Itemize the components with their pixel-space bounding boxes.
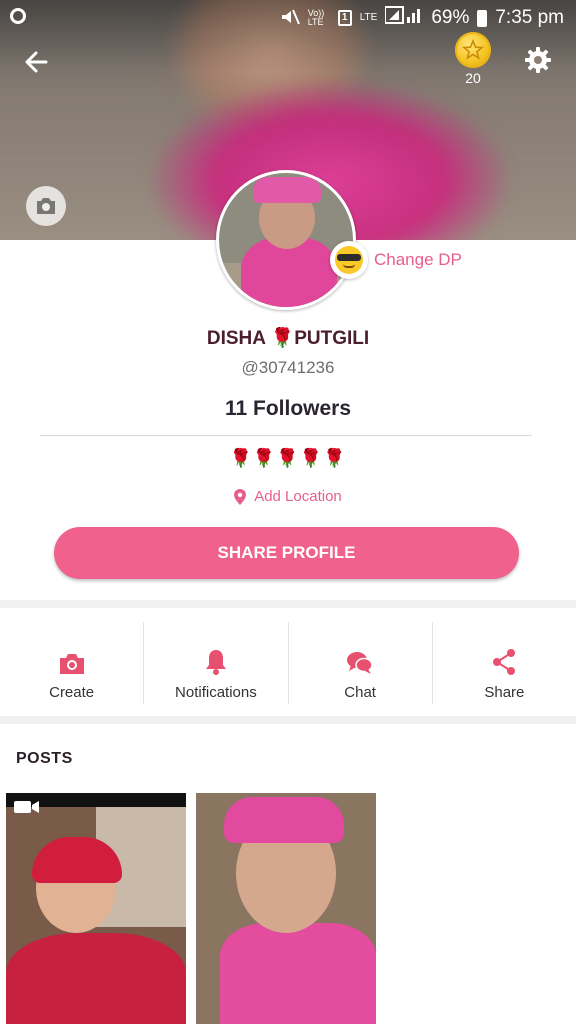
profile-handle: @30741236 bbox=[241, 358, 335, 377]
share-icon bbox=[493, 649, 516, 675]
notifications-button[interactable]: Notifications bbox=[143, 622, 287, 704]
coin-balance[interactable]: 20 bbox=[452, 32, 494, 86]
back-button[interactable] bbox=[20, 44, 56, 80]
action-bar: Create Notifications Chat Share bbox=[0, 622, 576, 704]
video-camera-icon bbox=[14, 801, 39, 813]
settings-button[interactable] bbox=[522, 44, 554, 76]
status-bar: Vo)) LTE 1 LTE 69% 7:35 pm bbox=[0, 0, 576, 34]
battery-percent: 69% bbox=[431, 7, 470, 28]
create-button[interactable]: Create bbox=[0, 622, 143, 704]
sim-badge: 1 bbox=[337, 10, 352, 26]
arrow-left-icon bbox=[25, 51, 48, 73]
share-label: Share bbox=[484, 684, 525, 701]
add-location-link[interactable]: Add Location bbox=[0, 488, 576, 505]
battery-icon bbox=[477, 9, 488, 27]
section-divider bbox=[0, 716, 576, 724]
add-location-label: Add Location bbox=[254, 488, 342, 505]
change-cover-button[interactable] bbox=[26, 186, 66, 226]
share-button[interactable]: Share bbox=[431, 622, 576, 704]
camera-icon bbox=[37, 198, 55, 214]
posts-heading: POSTS bbox=[16, 750, 73, 767]
camera-icon bbox=[59, 654, 84, 674]
followers-count[interactable]: 11 Followers bbox=[0, 397, 576, 421]
coin-count: 20 bbox=[465, 70, 481, 86]
divider bbox=[40, 435, 532, 436]
clock: 7:35 pm bbox=[495, 7, 564, 28]
gear-icon bbox=[525, 47, 551, 73]
notifications-label: Notifications bbox=[175, 684, 257, 701]
bell-icon bbox=[205, 650, 226, 675]
change-dp-button[interactable]: Change DP bbox=[330, 240, 462, 280]
share-profile-button[interactable]: SHARE PROFILE bbox=[54, 527, 519, 579]
post-thumbnail[interactable] bbox=[196, 793, 376, 1024]
chat-label: Chat bbox=[344, 684, 376, 701]
sunglasses-emoji-icon bbox=[330, 241, 368, 279]
profile-name: DISHA 🌹PUTGILI bbox=[206, 328, 370, 349]
profile-bio: 🌹🌹🌹🌹🌹 bbox=[229, 448, 347, 468]
create-label: Create bbox=[49, 684, 95, 701]
post-thumbnail[interactable] bbox=[6, 793, 186, 1024]
signal-icon bbox=[384, 6, 423, 30]
chat-icon bbox=[347, 652, 373, 674]
change-dp-label: Change DP bbox=[374, 250, 462, 269]
location-pin-icon bbox=[234, 488, 247, 505]
section-divider bbox=[0, 600, 576, 608]
volte-icon: Vo)) LTE bbox=[307, 8, 325, 27]
mute-icon bbox=[280, 8, 300, 28]
lte-label: LTE bbox=[359, 12, 378, 23]
chat-button[interactable]: Chat bbox=[287, 622, 432, 704]
coin-icon bbox=[455, 32, 491, 68]
sync-icon bbox=[10, 8, 26, 24]
